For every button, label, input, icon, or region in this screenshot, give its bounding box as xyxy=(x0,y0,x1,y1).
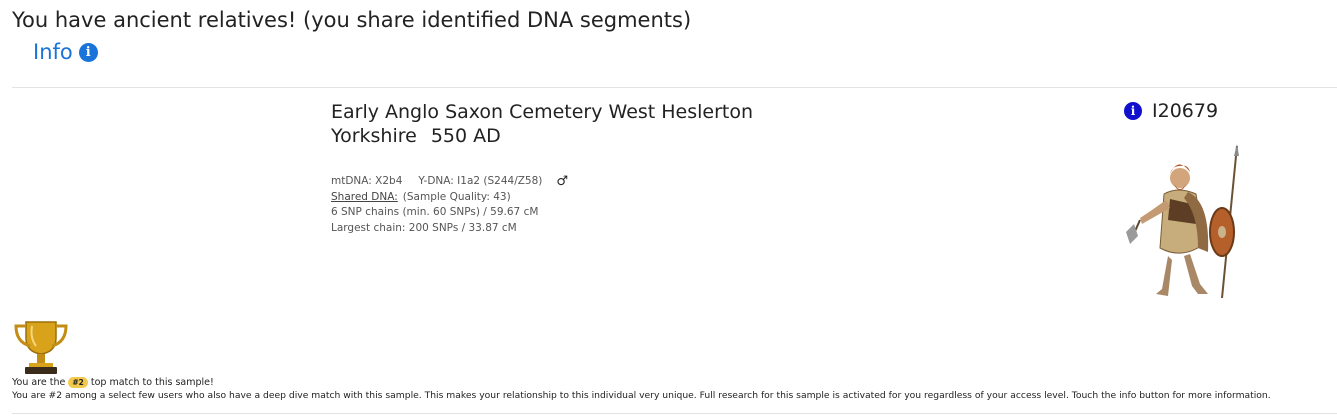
shared-dna-label: Shared DNA: xyxy=(331,190,398,203)
mtdna-haplogroup: mtDNA: X2b4 xyxy=(331,175,403,187)
info-icon[interactable]: i xyxy=(78,42,98,62)
ancient-sample-card: Early Anglo Saxon Cemetery West Heslerto… xyxy=(0,88,1337,308)
ydna-haplogroup: Y-DNA: I1a2 (S244/Z58) xyxy=(418,175,543,187)
sample-quality: (Sample Quality: 43) xyxy=(402,190,511,203)
sample-id-block: i I20679 xyxy=(1124,100,1218,122)
dna-details: mtDNA: X2b4 Y-DNA: I1a2 (S244/Z58) ♂ Sha… xyxy=(331,174,568,236)
rank-badge: #2 xyxy=(68,377,88,388)
male-symbol-icon: ♂ xyxy=(556,173,569,189)
bottom-divider xyxy=(12,413,1337,414)
sample-id: I20679 xyxy=(1152,100,1219,122)
page-title: You have ancient relatives! (you share i… xyxy=(12,8,692,32)
warrior-figure-image xyxy=(1126,144,1239,299)
largest-chain: Largest chain: 200 SNPs / 33.87 cM xyxy=(331,221,517,234)
haplogroup-row: mtDNA: X2b4 Y-DNA: I1a2 (S244/Z58) ♂ xyxy=(331,174,568,190)
info-link[interactable]: Info i xyxy=(33,40,98,64)
trophy-icon xyxy=(14,321,68,374)
top-match-suffix: top match to this sample! xyxy=(90,377,214,388)
top-match-line: You are the #2 top match to this sample! xyxy=(12,377,214,388)
top-match-prefix: You are the xyxy=(12,377,66,388)
sample-date: 550 AD xyxy=(430,125,501,147)
info-link-label[interactable]: Info xyxy=(33,40,73,64)
unique-match-description: You are #2 among a select few users who … xyxy=(12,390,1271,401)
info-icon[interactable]: i xyxy=(1124,102,1142,120)
snp-chains: 6 SNP chains (min. 60 SNPs) / 59.67 cM xyxy=(331,206,539,218)
sample-title: Early Anglo Saxon Cemetery West Heslerto… xyxy=(331,100,801,148)
shared-dna-row: Shared DNA: (Sample Quality: 43) xyxy=(331,190,568,206)
sample-site-name: Early Anglo Saxon Cemetery West Heslerto… xyxy=(331,101,754,147)
